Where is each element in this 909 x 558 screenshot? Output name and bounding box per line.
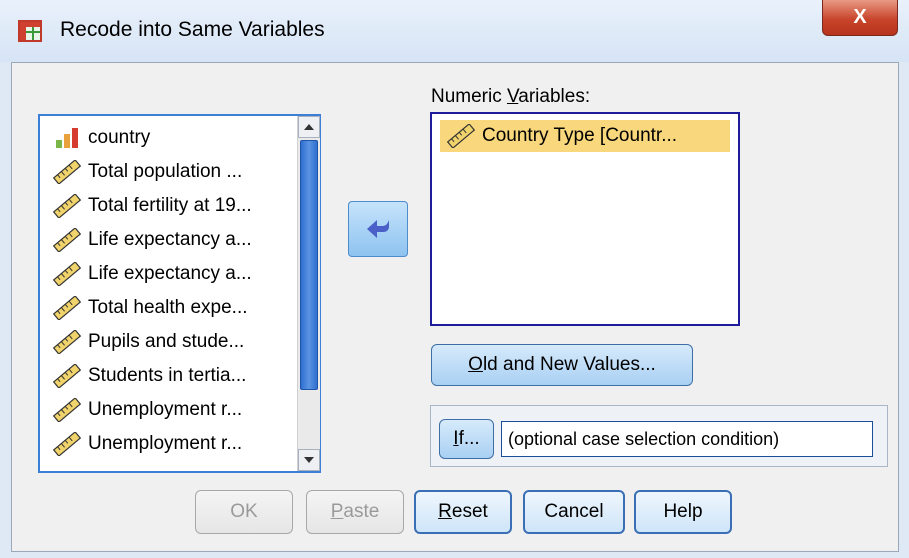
close-button[interactable]: X (822, 0, 898, 36)
list-item-label: Total population ... (88, 161, 243, 182)
numeric-variables-list[interactable]: Country Type [Countr... (430, 112, 740, 326)
scale-ruler-icon (52, 363, 82, 389)
title-bar[interactable]: Recode into Same Variables X (0, 0, 909, 62)
list-item[interactable]: Life expectancy a... (52, 225, 252, 255)
move-left-arrow-icon (367, 220, 389, 238)
move-variable-button[interactable] (348, 201, 408, 257)
list-item[interactable]: Total fertility at 19... (52, 191, 252, 221)
scroll-up-icon (304, 124, 314, 130)
spss-grid-icon (18, 20, 42, 42)
list-item-label: Unemployment r... (88, 433, 243, 454)
list-item-label: country (88, 127, 151, 148)
if-button[interactable]: If... (439, 419, 494, 459)
scale-ruler-icon (52, 227, 82, 253)
scroll-down-icon (304, 457, 314, 463)
reset-button[interactable]: Reset (414, 490, 512, 534)
list-item-label: Total health expe... (88, 297, 248, 318)
list-item-label: Country Type [Countr... (482, 125, 678, 146)
paste-button[interactable]: Paste (306, 490, 404, 534)
dialog-window: Recode into Same Variables X country Tota… (0, 0, 909, 558)
scroll-up-button[interactable] (298, 116, 320, 138)
list-item-label: Unemployment r... (88, 399, 243, 420)
cancel-button[interactable]: Cancel (523, 490, 625, 534)
source-variable-list[interactable]: country Total population ... Total fertili… (38, 114, 321, 473)
scale-ruler-icon (52, 193, 82, 219)
scroll-thumb[interactable] (300, 140, 318, 390)
list-item-label: Life expectancy a... (88, 263, 252, 284)
scroll-down-button[interactable] (298, 449, 320, 471)
list-item[interactable]: country (52, 123, 150, 153)
list-item[interactable]: Life expectancy a... (52, 259, 252, 289)
scale-ruler-icon (52, 261, 82, 287)
list-item[interactable]: Total health expe... (52, 293, 248, 323)
list-item[interactable]: Total population ... (52, 157, 242, 187)
close-icon: X (853, 6, 867, 28)
old-and-new-values-button[interactable]: Old and New Values... (431, 344, 693, 386)
scale-ruler-icon (52, 397, 82, 423)
help-button[interactable]: Help (634, 490, 732, 534)
nominal-bar-icon (52, 126, 82, 150)
case-selection-condition-field[interactable]: (optional case selection condition) (501, 421, 873, 457)
source-list-scrollbar[interactable] (297, 116, 320, 471)
scale-ruler-icon (52, 431, 82, 457)
list-item-label: Pupils and stude... (88, 331, 245, 352)
scale-ruler-icon (52, 295, 82, 321)
list-item[interactable]: Unemployment r... (52, 395, 242, 425)
scale-ruler-icon (446, 123, 476, 149)
ok-button[interactable]: OK (195, 490, 293, 534)
scale-ruler-icon (52, 159, 82, 185)
list-item-label: Life expectancy a... (88, 229, 252, 250)
list-item-selected[interactable]: Country Type [Countr... (440, 120, 730, 152)
list-item[interactable]: Students in tertia... (52, 361, 246, 391)
list-item[interactable]: Pupils and stude... (52, 327, 244, 357)
window-title: Recode into Same Variables (60, 18, 325, 41)
numeric-variables-label: Numeric Variables: (431, 86, 591, 107)
list-item[interactable]: Unemployment r... (52, 429, 242, 459)
list-item-label: Total fertility at 19... (88, 195, 252, 216)
scale-ruler-icon (52, 329, 82, 355)
list-item-label: Students in tertia... (88, 365, 247, 386)
